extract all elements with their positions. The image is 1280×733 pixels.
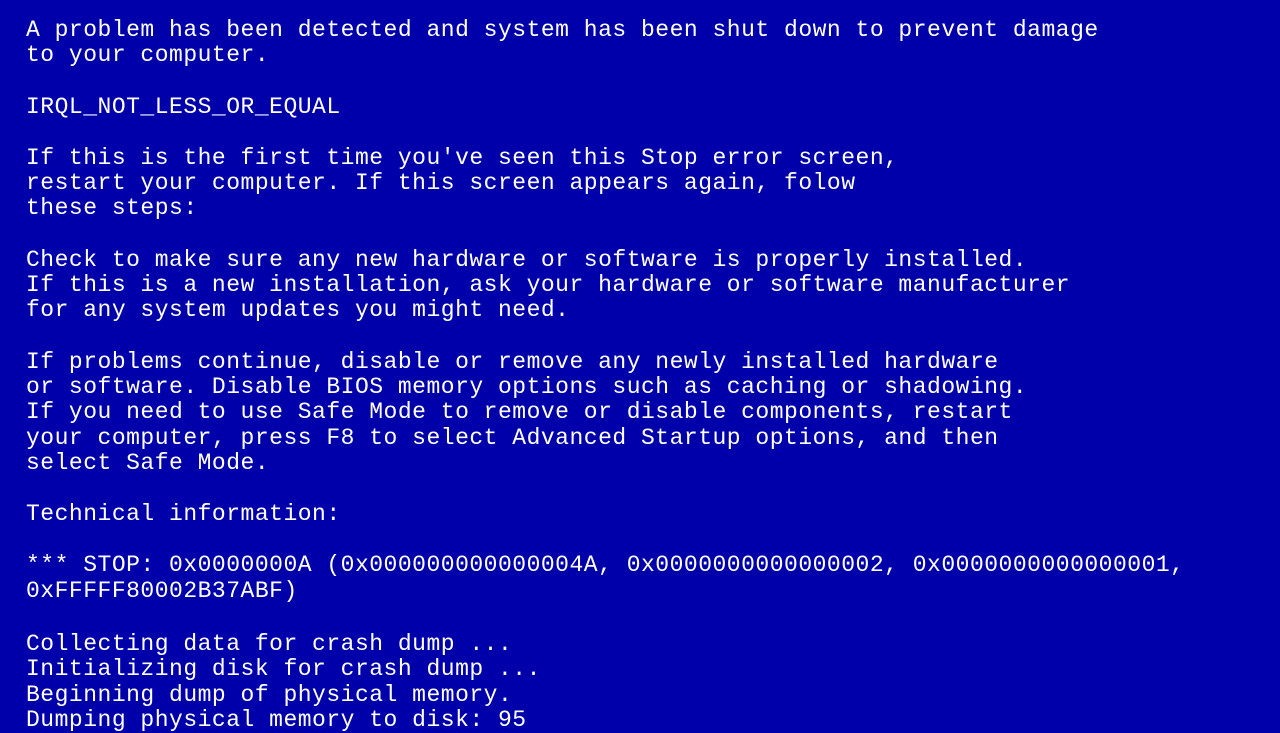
bsod-error-code: IRQL_NOT_LESS_OR_EQUAL: [26, 95, 1254, 120]
bsod-dump-progress: Dumping physical memory to disk: 95: [26, 708, 1254, 733]
bsod-dump-initializing: Initializing disk for crash dump ...: [26, 657, 1254, 682]
bsod-if-continue: If problems continue, disable or remove …: [26, 350, 1254, 476]
bsod-check-hardware: Check to make sure any new hardware or s…: [26, 248, 1254, 324]
bsod-stop-code: *** STOP: 0x0000000A (0x000000000000004A…: [26, 553, 1254, 604]
bsod-dump-collecting: Collecting data for crash dump ...: [26, 632, 1254, 657]
bsod-technical-info-label: Technical information:: [26, 502, 1254, 527]
bsod-intro: A problem has been detected and system h…: [26, 18, 1254, 69]
bsod-dump-beginning: Beginning dump of physical memory.: [26, 683, 1254, 708]
bsod-first-time-instructions: If this is the first time you've seen th…: [26, 146, 1254, 222]
